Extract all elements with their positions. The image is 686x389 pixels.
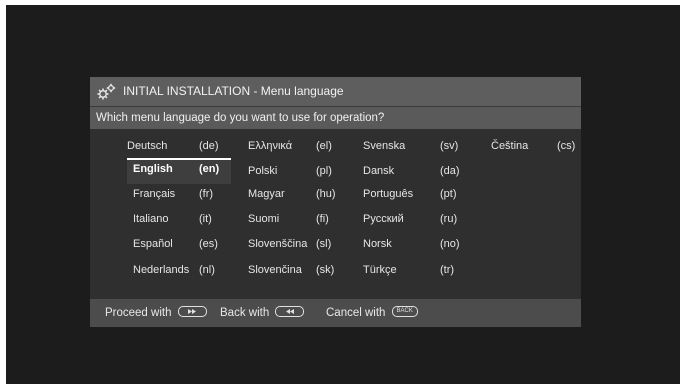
language-option-no[interactable]: Norsk (no) (363, 233, 475, 257)
cancel-hint[interactable]: Cancel with BACK (326, 299, 418, 327)
language-name: Français (133, 188, 176, 200)
back-button-text: BACK (396, 308, 413, 315)
language-name: Suomi (248, 213, 280, 225)
proceed-label: Proceed with (105, 307, 172, 319)
language-name: Português (363, 188, 414, 200)
back-hint[interactable]: Back with (220, 299, 305, 327)
language-name: Deutsch (127, 140, 168, 152)
language-name: Dansk (363, 165, 395, 177)
gears-icon (97, 83, 116, 100)
language-option-nl[interactable]: Nederlands (nl) (127, 259, 239, 283)
language-option-sl[interactable]: Slovenščina (sl) (248, 233, 360, 257)
language-code: (pl) (316, 165, 332, 177)
tv-screen: INITIAL INSTALLATION - Menu language Whi… (6, 5, 680, 384)
language-option-sk[interactable]: Slovenčina (sk) (248, 259, 360, 283)
language-option-fi[interactable]: Suomi (fi) (248, 208, 360, 232)
language-code: (de) (199, 140, 219, 152)
language-code: (no) (440, 238, 460, 250)
question-bar: Which menu language do you want to use f… (90, 106, 581, 130)
language-name: Svenska (363, 140, 406, 152)
language-code: (en) (199, 163, 220, 175)
language-code: (ru) (440, 213, 458, 225)
language-name: Čeština (491, 140, 529, 152)
language-option-ru[interactable]: Русский (ru) (363, 208, 475, 232)
language-code: (pt) (440, 188, 457, 200)
language-name: Español (133, 238, 173, 250)
back-label: Back with (220, 307, 270, 319)
language-option-tr[interactable]: Türkçe (tr) (363, 259, 475, 283)
language-code: (sl) (316, 238, 332, 250)
language-option-cs[interactable]: Čeština (cs) (491, 135, 579, 159)
dialog-title-bar: INITIAL INSTALLATION - Menu language (90, 77, 581, 106)
question-text: Which menu language do you want to use f… (96, 112, 385, 124)
dialog-footer: Proceed with Back with Cancel with BACK (90, 299, 581, 327)
language-name: Ελληνικά (248, 140, 293, 152)
fast-forward-icon (177, 306, 207, 318)
cancel-label: Cancel with (326, 307, 386, 319)
language-code: (tr) (440, 264, 455, 276)
language-option-de[interactable]: Deutsch (de) (127, 135, 239, 159)
language-option-es[interactable]: Español (es) (127, 233, 239, 257)
language-option-el[interactable]: Ελληνικά (el) (248, 135, 360, 159)
language-code: (fr) (199, 188, 214, 200)
back-button-icon: BACK (391, 306, 418, 318)
language-option-fr[interactable]: Français (fr) (127, 183, 239, 207)
language-code: (sv) (440, 140, 459, 152)
language-name: Slovenščina (248, 238, 308, 250)
language-name: Русский (363, 213, 404, 225)
language-option-da[interactable]: Dansk (da) (363, 160, 475, 184)
language-name: Norsk (363, 238, 392, 250)
language-code: (da) (440, 165, 460, 177)
language-name: Slovenčina (248, 264, 302, 276)
language-option-pl[interactable]: Polski (pl) (248, 160, 360, 184)
language-name: Polski (248, 165, 278, 177)
rewind-icon (275, 306, 305, 318)
language-code: (hu) (316, 188, 336, 200)
language-code: (nl) (199, 264, 215, 276)
language-name: Italiano (133, 213, 169, 225)
language-code: (it) (199, 213, 212, 225)
dialog-title: INITIAL INSTALLATION - Menu language (123, 84, 344, 98)
language-code: (es) (199, 238, 218, 250)
installation-dialog: INITIAL INSTALLATION - Menu language Whi… (90, 77, 581, 327)
language-name: English (133, 163, 173, 175)
proceed-hint[interactable]: Proceed with (105, 299, 207, 327)
language-code: (cs) (557, 140, 576, 152)
language-option-it[interactable]: Italiano (it) (127, 208, 239, 232)
language-grid: Deutsch (de) English (en) Français (fr) … (90, 129, 581, 299)
language-code: (el) (316, 140, 332, 152)
language-name: Nederlands (133, 264, 190, 276)
language-option-en[interactable]: English (en) (127, 158, 231, 184)
language-name: Türkçe (363, 264, 397, 276)
language-code: (fi) (316, 213, 329, 225)
language-code: (sk) (316, 264, 335, 276)
language-name: Magyar (248, 188, 285, 200)
language-option-hu[interactable]: Magyar (hu) (248, 183, 360, 207)
language-option-sv[interactable]: Svenska (sv) (363, 135, 475, 159)
language-option-pt[interactable]: Português (pt) (363, 183, 475, 207)
